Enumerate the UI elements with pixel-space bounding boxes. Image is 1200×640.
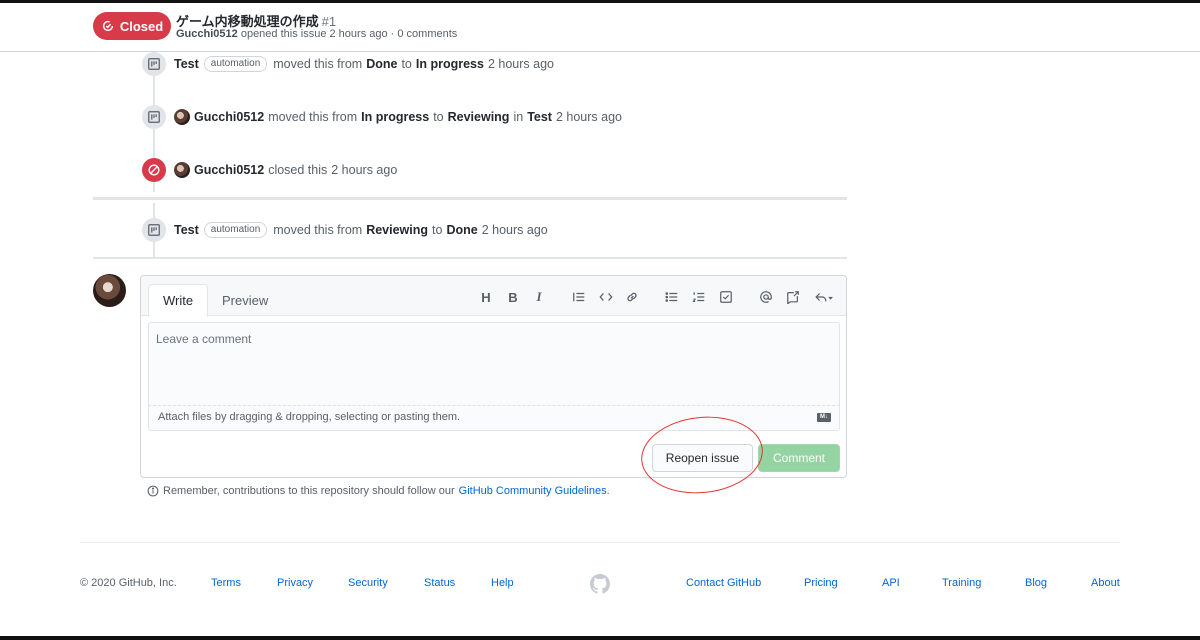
guidelines-text: Remember, contributions to this reposito… — [163, 485, 455, 497]
event-actor[interactable]: Gucchi0512 — [194, 110, 264, 124]
guidelines-suffix: . — [606, 485, 610, 497]
ordered-list-icon[interactable] — [691, 289, 707, 305]
event-text: in — [513, 110, 524, 124]
event-text: moved this from — [268, 110, 358, 124]
heading-icon[interactable]: H — [478, 289, 494, 305]
comment-textarea[interactable]: Leave a comment — [148, 322, 840, 406]
sticky-issue-header: Closed ゲーム内移動処理の作成 #1 Gucchi0512 opened t… — [0, 3, 1200, 52]
event-time[interactable]: 2 hours ago — [482, 223, 548, 237]
markdown-icon[interactable]: M↓ — [817, 413, 831, 422]
cross-reference-icon[interactable] — [785, 289, 801, 305]
circle-slash-icon — [142, 158, 166, 182]
comment-form: Write Preview H B I Leave a comment Atta… — [140, 275, 847, 478]
footer-link-api[interactable]: API — [882, 577, 900, 589]
footer-link-contact[interactable]: Contact GitHub — [686, 577, 761, 589]
comment-button[interactable]: Comment — [758, 444, 840, 472]
link-icon[interactable] — [624, 289, 640, 305]
footer-link-privacy[interactable]: Privacy — [277, 577, 313, 589]
footer-link-pricing[interactable]: Pricing — [804, 577, 838, 589]
quote-icon[interactable] — [571, 289, 587, 305]
footer-link-blog[interactable]: Blog — [1025, 577, 1047, 589]
footer: © 2020 GitHub, Inc. Terms Privacy Securi… — [80, 574, 1120, 594]
footer-copyright: © 2020 GitHub, Inc. — [80, 577, 177, 589]
comment-tabs-bar: Write Preview H B I — [141, 276, 846, 317]
event-from: Done — [366, 57, 398, 71]
italic-icon[interactable]: I — [531, 289, 547, 305]
issue-closed-icon — [102, 20, 113, 32]
event-text: to — [433, 110, 444, 124]
timeline-event: Test automation moved this from Done to … — [142, 52, 554, 76]
avatar[interactable] — [174, 162, 190, 178]
bot-tag: automation — [203, 56, 268, 72]
timeline-event-closed: Gucchi0512 closed this 2 hours ago — [142, 158, 397, 182]
attach-hint: Attach files by dragging & dropping, sel… — [158, 411, 461, 423]
timeline-divider — [93, 257, 847, 259]
project-icon — [142, 52, 166, 76]
event-from: Reviewing — [366, 223, 429, 237]
issue-author-link[interactable]: Gucchi0512 — [176, 28, 238, 40]
event-text: to — [401, 57, 412, 71]
event-time[interactable]: 2 hours ago — [331, 163, 397, 177]
event-from: In progress — [361, 110, 430, 124]
event-text: moved this from — [273, 57, 363, 71]
bold-icon[interactable]: B — [505, 289, 521, 305]
timeline-divider — [93, 197, 847, 200]
footer-link-terms[interactable]: Terms — [211, 577, 241, 589]
avatar[interactable] — [174, 109, 190, 125]
project-icon — [142, 218, 166, 242]
state-label: Closed — [119, 18, 164, 34]
event-project[interactable]: Test — [527, 110, 552, 124]
footer-link-help[interactable]: Help — [491, 577, 514, 589]
event-text: to — [432, 223, 443, 237]
issue-meta: Gucchi0512 opened this issue 2 hours ago… — [176, 28, 457, 40]
state-badge-closed: Closed — [93, 12, 171, 40]
event-time[interactable]: 2 hours ago — [556, 110, 622, 124]
issue-meta-text: opened this issue 2 hours ago · 0 commen… — [240, 28, 458, 40]
footer-link-about[interactable]: About — [1091, 577, 1120, 589]
guidelines-note: Remember, contributions to this reposito… — [147, 485, 610, 497]
footer-link-status[interactable]: Status — [424, 577, 455, 589]
project-icon — [142, 105, 166, 129]
issue-title-text: ゲーム内移動処理の作成 — [176, 14, 319, 29]
timeline-event: Gucchi0512 moved this from In progress t… — [142, 105, 626, 129]
footer-link-training[interactable]: Training — [942, 577, 981, 589]
event-text: closed this — [268, 163, 328, 177]
timeline-event: Test automation moved this from Reviewin… — [142, 218, 548, 242]
github-mark-icon[interactable] — [590, 574, 610, 594]
user-avatar[interactable] — [93, 274, 126, 307]
event-actor[interactable]: Gucchi0512 — [194, 163, 264, 177]
reopen-issue-button[interactable]: Reopen issue — [652, 444, 753, 472]
event-to: Done — [446, 223, 478, 237]
tab-write[interactable]: Write — [148, 284, 209, 317]
unordered-list-icon[interactable] — [664, 289, 680, 305]
event-actor[interactable]: Test — [174, 57, 199, 71]
event-time[interactable]: 2 hours ago — [488, 57, 554, 71]
bottom-edge — [0, 636, 1200, 640]
code-icon[interactable] — [598, 289, 614, 305]
community-guidelines-link[interactable]: GitHub Community Guidelines — [459, 485, 607, 497]
event-text: moved this from — [273, 223, 363, 237]
event-to: Reviewing — [447, 110, 510, 124]
footer-divider — [80, 542, 1120, 543]
event-to: In progress — [415, 57, 484, 71]
issue-number: #1 — [321, 14, 337, 29]
info-icon — [147, 485, 159, 497]
tab-preview[interactable]: Preview — [208, 284, 282, 317]
event-actor[interactable]: Test — [174, 223, 199, 237]
mention-icon[interactable] — [758, 289, 774, 305]
footer-link-security[interactable]: Security — [348, 577, 388, 589]
task-list-icon[interactable] — [718, 289, 734, 305]
bot-tag: automation — [203, 222, 268, 238]
saved-replies-icon[interactable] — [811, 289, 837, 305]
attach-files-bar[interactable]: Attach files by dragging & dropping, sel… — [148, 406, 840, 431]
